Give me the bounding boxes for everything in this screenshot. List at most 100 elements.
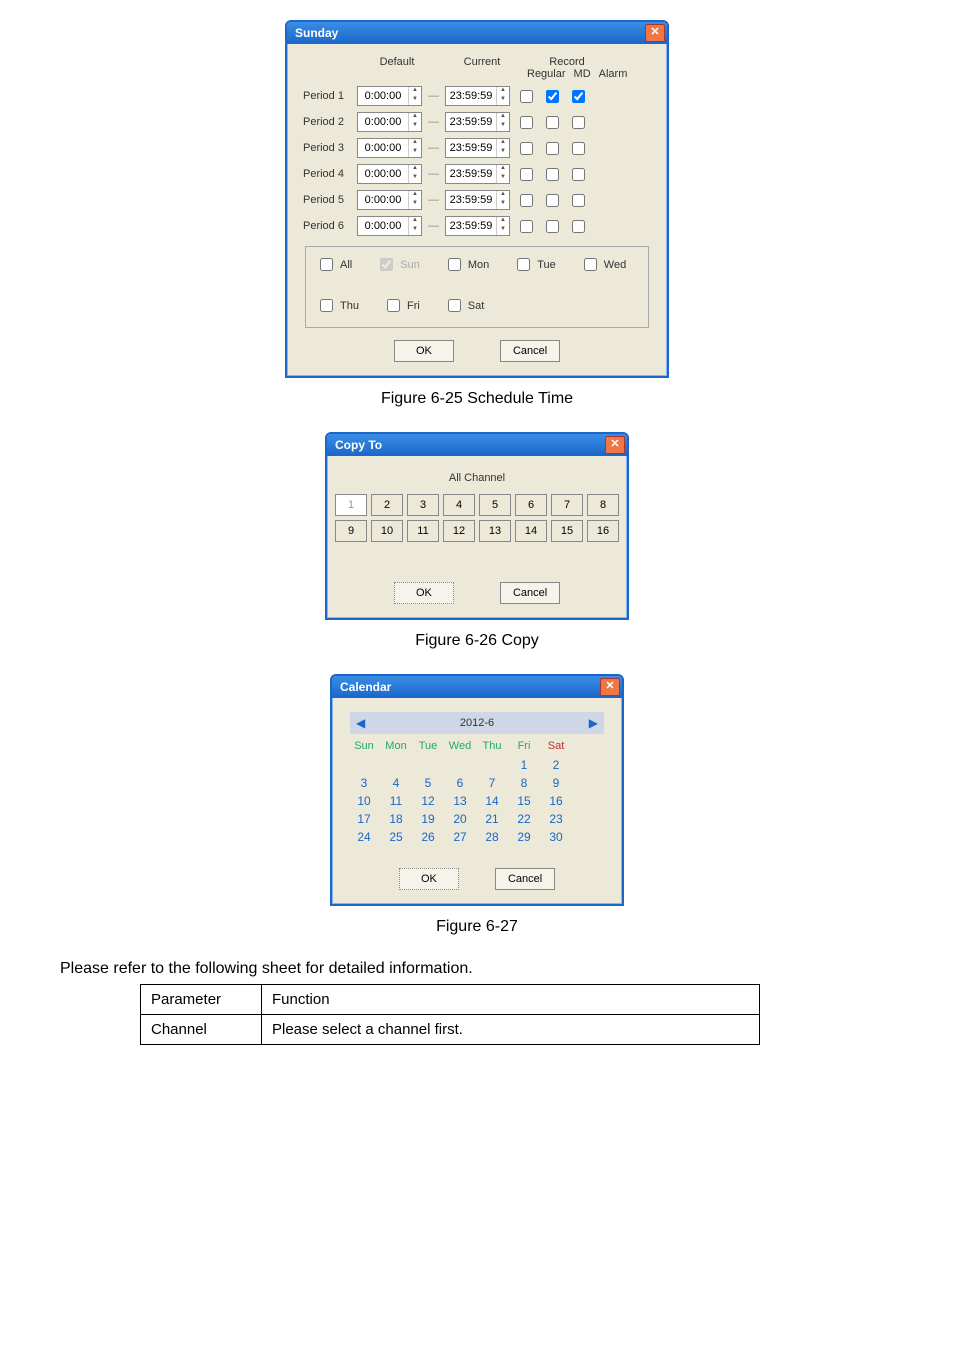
spin-up-icon[interactable]: ▲ [409,139,421,148]
spin-down-icon[interactable]: ▼ [497,122,509,131]
day-9[interactable]: 9 [542,776,570,790]
close-icon[interactable]: ✕ [645,24,665,42]
cb-alarm[interactable] [572,90,585,103]
cb-fri[interactable]: Fri [383,296,420,315]
time-input[interactable] [358,113,408,131]
spin-up-icon[interactable]: ▲ [497,217,509,226]
channel-11[interactable]: 11 [407,520,439,542]
cb-md[interactable] [546,220,559,233]
spin-down-icon[interactable]: ▼ [409,174,421,183]
channel-4[interactable]: 4 [443,494,475,516]
spin-down-icon[interactable]: ▼ [409,226,421,235]
ok-button[interactable]: OK [399,868,459,890]
day-21[interactable]: 21 [478,812,506,826]
spin-up-icon[interactable]: ▲ [409,87,421,96]
channel-1[interactable]: 1 [335,494,367,516]
day-29[interactable]: 29 [510,830,538,844]
ok-button[interactable]: OK [394,340,454,362]
cb-regular[interactable] [520,142,533,155]
day-17[interactable]: 17 [350,812,378,826]
spin-down-icon[interactable]: ▼ [409,96,421,105]
time-from-spinner[interactable]: ▲▼ [357,164,422,184]
cb-alarm[interactable] [572,116,585,129]
spin-down-icon[interactable]: ▼ [409,148,421,157]
time-input[interactable] [446,87,496,105]
cb-sun[interactable]: Sun [376,255,420,274]
time-from-spinner[interactable]: ▲▼ [357,216,422,236]
day-7[interactable]: 7 [478,776,506,790]
channel-9[interactable]: 9 [335,520,367,542]
time-from-spinner[interactable]: ▲▼ [357,190,422,210]
channel-15[interactable]: 15 [551,520,583,542]
time-input[interactable] [358,139,408,157]
cancel-button[interactable]: Cancel [495,868,555,890]
day-16[interactable]: 16 [542,794,570,808]
cb-md[interactable] [546,168,559,181]
day-20[interactable]: 20 [446,812,474,826]
time-input[interactable] [446,217,496,235]
day-1[interactable]: 1 [510,758,538,772]
spin-up-icon[interactable]: ▲ [409,113,421,122]
time-to-spinner[interactable]: ▲▼ [445,86,510,106]
ok-button[interactable]: OK [394,582,454,604]
cb-tue[interactable]: Tue [513,255,556,274]
day-2[interactable]: 2 [542,758,570,772]
day-18[interactable]: 18 [382,812,410,826]
spin-up-icon[interactable]: ▲ [497,165,509,174]
spin-down-icon[interactable]: ▼ [409,200,421,209]
cb-regular[interactable] [520,194,533,207]
time-from-spinner[interactable]: ▲▼ [357,112,422,132]
cancel-button[interactable]: Cancel [500,340,560,362]
time-to-spinner[interactable]: ▲▼ [445,138,510,158]
day-15[interactable]: 15 [510,794,538,808]
day-8[interactable]: 8 [510,776,538,790]
time-input[interactable] [446,113,496,131]
cb-md[interactable] [546,116,559,129]
time-to-spinner[interactable]: ▲▼ [445,164,510,184]
time-input[interactable] [446,191,496,209]
cb-wed[interactable]: Wed [580,255,626,274]
day-26[interactable]: 26 [414,830,442,844]
cb-regular[interactable] [520,168,533,181]
cb-mon[interactable]: Mon [444,255,489,274]
cb-sat[interactable]: Sat [444,296,485,315]
day-10[interactable]: 10 [350,794,378,808]
spin-down-icon[interactable]: ▼ [497,148,509,157]
channel-12[interactable]: 12 [443,520,475,542]
spin-down-icon[interactable]: ▼ [409,122,421,131]
time-to-spinner[interactable]: ▲▼ [445,112,510,132]
time-to-spinner[interactable]: ▲▼ [445,216,510,236]
time-input[interactable] [358,191,408,209]
close-icon[interactable]: ✕ [600,678,620,696]
day-12[interactable]: 12 [414,794,442,808]
channel-7[interactable]: 7 [551,494,583,516]
time-from-spinner[interactable]: ▲▼ [357,138,422,158]
cb-md[interactable] [546,142,559,155]
cb-thu[interactable]: Thu [316,296,359,315]
cb-regular[interactable] [520,220,533,233]
spin-down-icon[interactable]: ▼ [497,226,509,235]
cb-regular[interactable] [520,116,533,129]
prev-month-icon[interactable]: ◀ [356,716,365,730]
channel-5[interactable]: 5 [479,494,511,516]
day-11[interactable]: 11 [382,794,410,808]
channel-10[interactable]: 10 [371,520,403,542]
cb-alarm[interactable] [572,142,585,155]
spin-down-icon[interactable]: ▼ [497,174,509,183]
next-month-icon[interactable]: ▶ [589,716,598,730]
day-19[interactable]: 19 [414,812,442,826]
day-4[interactable]: 4 [382,776,410,790]
spin-up-icon[interactable]: ▲ [497,87,509,96]
day-3[interactable]: 3 [350,776,378,790]
day-14[interactable]: 14 [478,794,506,808]
channel-8[interactable]: 8 [587,494,619,516]
spin-up-icon[interactable]: ▲ [409,191,421,200]
day-24[interactable]: 24 [350,830,378,844]
spin-up-icon[interactable]: ▲ [409,165,421,174]
day-13[interactable]: 13 [446,794,474,808]
day-28[interactable]: 28 [478,830,506,844]
time-input[interactable] [358,217,408,235]
cb-alarm[interactable] [572,168,585,181]
cb-regular[interactable] [520,90,533,103]
cb-alarm[interactable] [572,194,585,207]
